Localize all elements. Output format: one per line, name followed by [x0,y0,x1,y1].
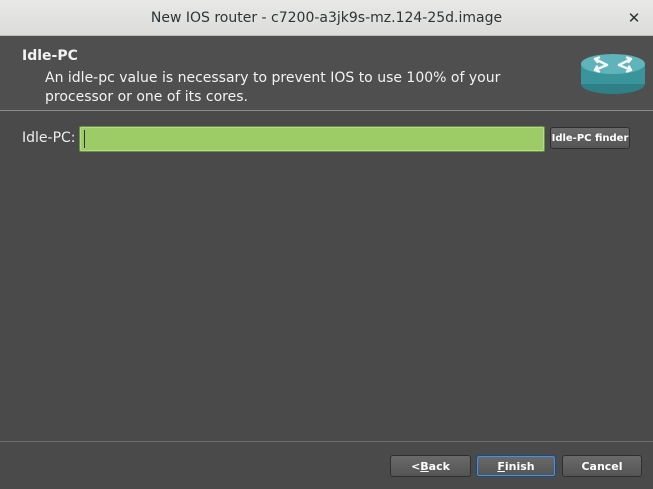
idle-pc-finder-button[interactable]: Idle-PC finder [550,127,630,149]
back-rest: ack [428,459,450,473]
finish-rest: inish [504,459,535,473]
window-title: New IOS router - c7200-a3jk9s-mz.124-25d… [150,9,503,26]
idle-pc-label: Idle-PC: [22,130,76,146]
idle-pc-input[interactable] [79,126,545,152]
close-icon[interactable]: ✕ [623,7,645,29]
text-caret [84,130,85,148]
back-button[interactable]: < Back [390,455,471,477]
back-prefix: < [411,459,421,473]
page-title: Idle-PC [22,48,78,64]
router-icon [581,54,645,94]
cancel-button[interactable]: Cancel [562,455,642,477]
finish-button[interactable]: Finish [476,455,556,477]
back-mnemonic: B [420,459,429,473]
title-bar: New IOS router - c7200-a3jk9s-mz.124-25d… [0,0,653,36]
footer-divider [0,441,653,442]
wizard-header: Idle-PC An idle-pc value is necessary to… [0,36,653,110]
header-divider [0,110,653,111]
finish-mnemonic: F [497,459,505,473]
page-subtitle: An idle-pc value is necessary to prevent… [45,70,501,105]
